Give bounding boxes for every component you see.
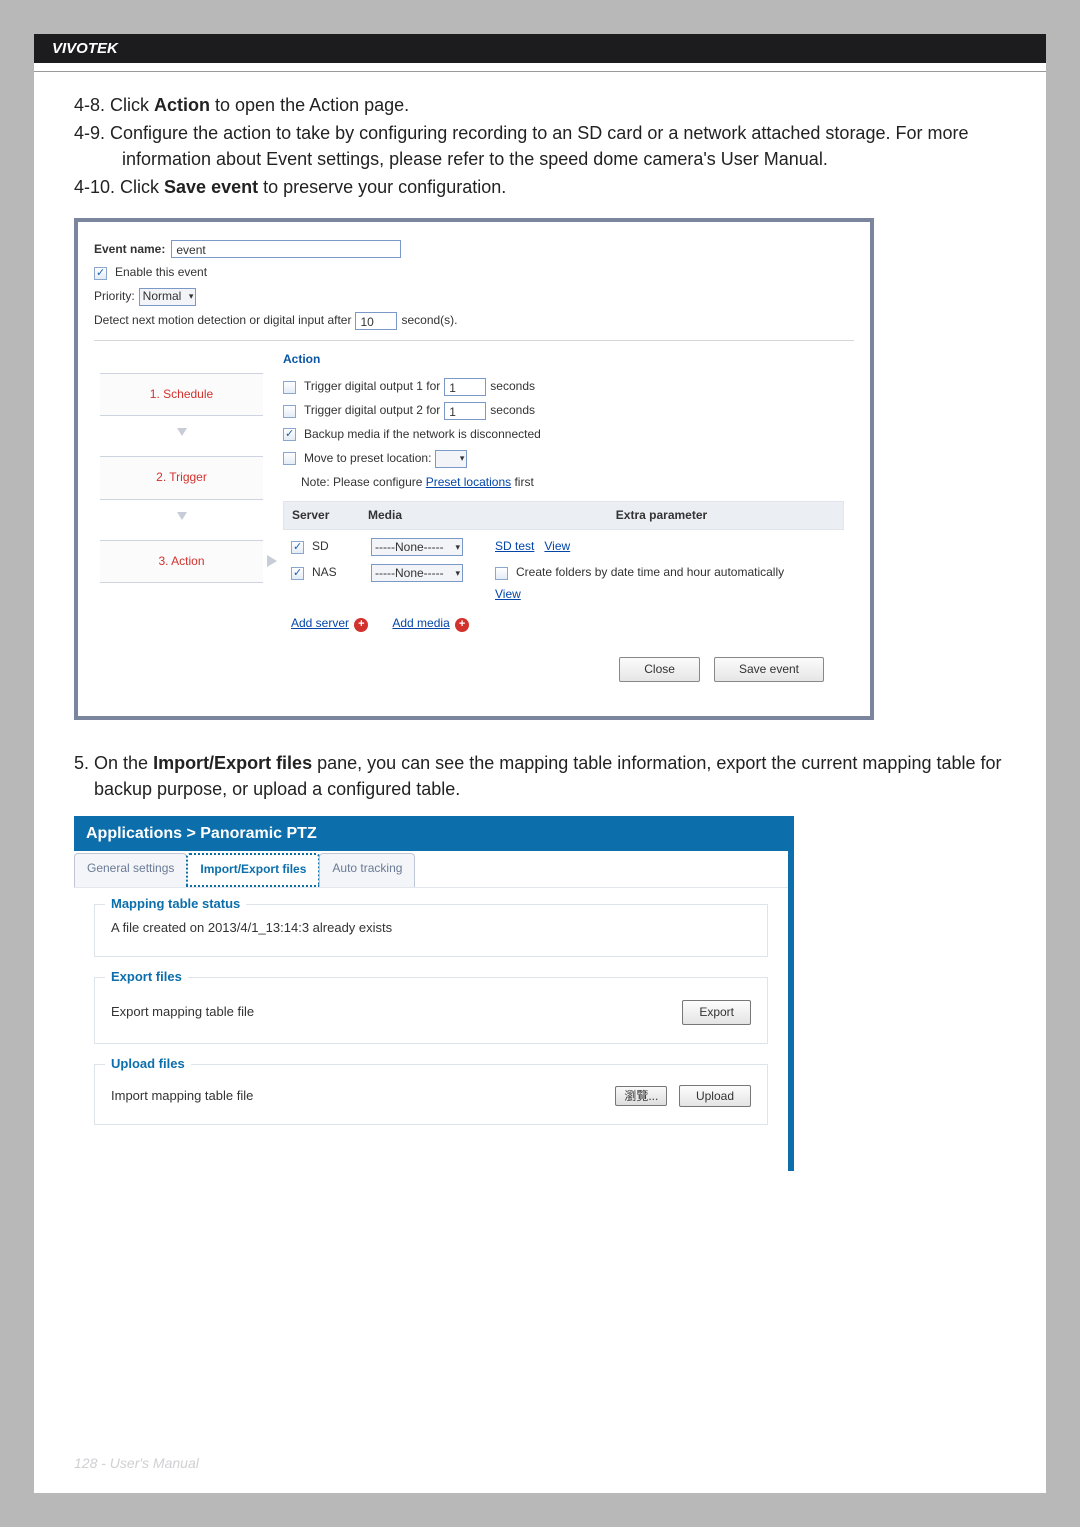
close-button[interactable]: Close	[619, 657, 700, 682]
backup-media-checkbox[interactable]	[283, 428, 296, 441]
export-text: Export mapping table file	[111, 1003, 254, 1022]
upload-files-fieldset: Upload files Import mapping table file 瀏…	[94, 1064, 768, 1125]
nas-view-link[interactable]: View	[495, 587, 521, 601]
trigger-do2-suffix: seconds	[490, 402, 535, 419]
upload-button[interactable]: Upload	[679, 1085, 751, 1107]
preset-note: Note: Please configure Preset locations …	[301, 474, 844, 491]
event-name-label: Event name:	[94, 241, 165, 258]
export-files-fieldset: Export files Export mapping table file E…	[94, 977, 768, 1044]
step-action[interactable]: 3. Action	[100, 540, 263, 583]
instruction-4-10: 4-10. Click Save event to preserve your …	[74, 174, 1006, 200]
action-table-header: Server Media Extra parameter	[283, 501, 844, 530]
backup-media-label: Backup media if the network is disconnec…	[304, 426, 541, 443]
nas-media-select[interactable]: -----None-----	[371, 564, 463, 582]
enable-event-label: Enable this event	[115, 264, 207, 281]
trigger-do1-checkbox[interactable]	[283, 381, 296, 394]
mapping-status-fieldset: Mapping table status A file created on 2…	[94, 904, 768, 957]
add-media-link[interactable]: Add media	[392, 616, 449, 630]
tab-auto-tracking[interactable]: Auto tracking	[319, 853, 415, 886]
sd-media-select[interactable]: -----None-----	[371, 538, 463, 556]
move-preset-checkbox[interactable]	[283, 452, 296, 465]
panoramic-ptz-panel: Applications > Panoramic PTZ General set…	[74, 816, 794, 1171]
event-name-input[interactable]: event	[171, 240, 401, 258]
instruction-5: 5. On the Import/Export files pane, you …	[74, 750, 1006, 802]
mapping-status-legend: Mapping table status	[105, 895, 246, 914]
browse-button[interactable]: 瀏覽...	[615, 1086, 667, 1106]
trigger-do1-input[interactable]: 1	[444, 378, 486, 396]
sd-label: SD	[312, 538, 329, 555]
detect-prefix: Detect next motion detection or digital …	[94, 312, 351, 329]
preset-locations-link[interactable]: Preset locations	[426, 475, 511, 489]
create-folders-label: Create folders by date time and hour aut…	[516, 564, 784, 581]
instruction-4-9: 4-9. Configure the action to take by con…	[74, 120, 1006, 172]
page-footer: 128 - User's Manual	[74, 1455, 199, 1471]
move-preset-select[interactable]	[435, 450, 467, 468]
tab-general-settings[interactable]: General settings	[74, 853, 187, 886]
trigger-do2-input[interactable]: 1	[444, 402, 486, 420]
enable-event-checkbox[interactable]	[94, 267, 107, 280]
priority-label: Priority:	[94, 288, 135, 305]
nas-checkbox[interactable]	[291, 567, 304, 580]
upload-text: Import mapping table file	[111, 1087, 253, 1106]
chevron-down-icon	[177, 512, 187, 520]
sd-test-link[interactable]: SD test	[495, 539, 534, 553]
trigger-do1-suffix: seconds	[490, 378, 535, 395]
sd-view-link[interactable]: View	[544, 539, 570, 553]
step-schedule[interactable]: 1. Schedule	[100, 373, 263, 416]
nas-label: NAS	[312, 564, 337, 581]
export-button[interactable]: Export	[682, 1000, 751, 1025]
trigger-do2-checkbox[interactable]	[283, 405, 296, 418]
action-heading: Action	[283, 351, 844, 368]
mapping-status-text: A file created on 2013/4/1_13:14:3 alrea…	[111, 919, 751, 938]
detect-interval-input[interactable]: 10	[355, 312, 397, 330]
brand-header: VIVOTEK	[34, 34, 1046, 63]
event-config-panel: Event name: event Enable this event Prio…	[74, 218, 874, 720]
instruction-4-8: 4-8. Click Action to open the Action pag…	[74, 92, 1006, 118]
plus-icon: +	[354, 618, 368, 632]
save-event-button[interactable]: Save event	[714, 657, 824, 682]
trigger-do1-label: Trigger digital output 1 for	[304, 378, 440, 395]
chevron-right-icon	[267, 555, 277, 567]
priority-select[interactable]: Normal	[139, 288, 197, 306]
move-preset-label: Move to preset location:	[304, 450, 431, 467]
step-trigger[interactable]: 2. Trigger	[100, 456, 263, 499]
tab-import-export[interactable]: Import/Export files	[186, 853, 320, 886]
add-server-link[interactable]: Add server	[291, 616, 349, 630]
trigger-do2-label: Trigger digital output 2 for	[304, 402, 440, 419]
upload-files-legend: Upload files	[105, 1055, 191, 1074]
plus-icon: +	[455, 618, 469, 632]
create-folders-checkbox[interactable]	[495, 567, 508, 580]
table-row: SD -----None----- SD test View	[283, 530, 844, 556]
sd-checkbox[interactable]	[291, 541, 304, 554]
table-row: NAS -----None----- Create folders by dat…	[283, 556, 844, 603]
chevron-down-icon	[177, 428, 187, 436]
detect-suffix: second(s).	[401, 312, 457, 329]
export-files-legend: Export files	[105, 968, 188, 987]
divider	[34, 71, 1046, 72]
breadcrumb: Applications > Panoramic PTZ	[74, 816, 788, 851]
